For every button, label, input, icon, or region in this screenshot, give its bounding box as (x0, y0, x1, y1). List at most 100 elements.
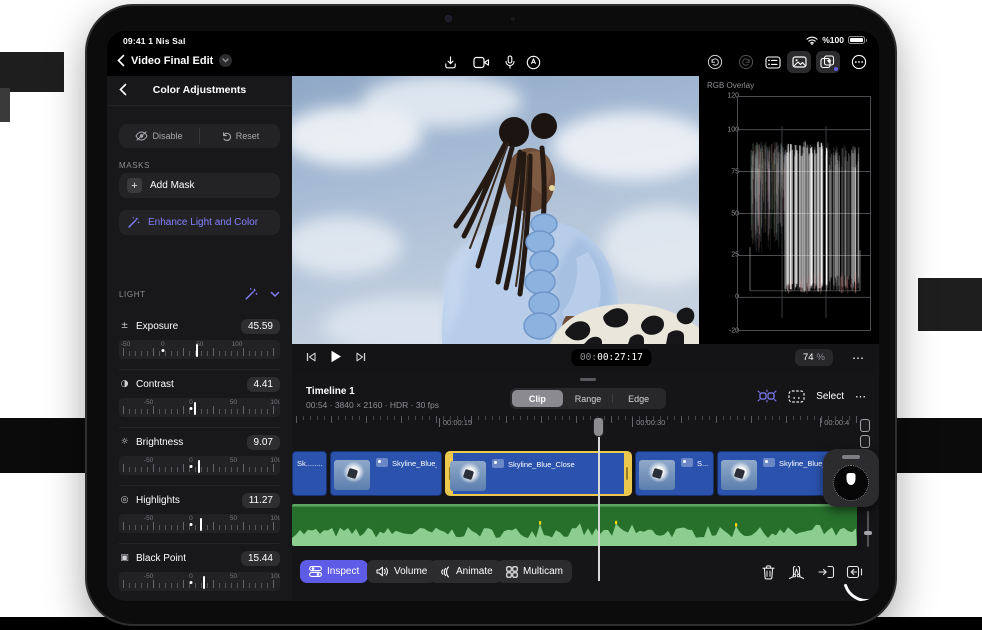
ruler-major-ticks (296, 416, 857, 423)
page-decor-block (0, 418, 92, 473)
contrast-value[interactable]: 4.41 (246, 376, 280, 392)
auto-enhance-wand-icon[interactable] (244, 287, 258, 301)
exposure-value[interactable]: 45.59 (240, 318, 280, 334)
tick-label: 100 (270, 573, 280, 580)
slider-cursor[interactable] (199, 518, 202, 531)
disable-label: Disable (152, 131, 183, 141)
reset-label: Reset (235, 131, 260, 141)
mode-clip[interactable]: Clip (512, 390, 563, 407)
multicam-button[interactable]: Multicam (497, 560, 573, 583)
scrollbar-pill-bottom[interactable] (860, 435, 870, 448)
playhead-line (598, 419, 600, 581)
scope-title: RGB Overlay (707, 81, 755, 90)
collapse-chevron-icon[interactable] (270, 291, 280, 298)
viewer-more-icon[interactable]: ⋯ (852, 351, 865, 365)
timeline-meta: 00:54 · 3840 × 2160 · HDR · 30 fps (306, 400, 440, 410)
brightness-slider[interactable]: -50 0 50 100 (119, 456, 280, 475)
clip-thumbnail (639, 460, 675, 490)
timeline-resize-handle[interactable] (580, 378, 596, 381)
slider-origin-dot (189, 465, 193, 468)
connect-clips-icon[interactable] (757, 389, 777, 403)
more-options-icon[interactable] (847, 51, 871, 73)
slider-cursor[interactable] (193, 402, 196, 415)
jog-grip-handle[interactable] (842, 455, 860, 459)
battery-percent: %100 (822, 35, 844, 45)
pencil-tools-icon[interactable] (521, 51, 545, 73)
camera-record-icon[interactable] (469, 51, 493, 73)
slider-card-highlights: ◎ Highlights 11.27 -50 0 50 100 (107, 486, 292, 544)
viewer-zoom-button[interactable]: 74% (794, 349, 833, 366)
photo-icon (376, 458, 388, 467)
undo-icon[interactable] (703, 51, 727, 73)
timeline-ruler[interactable]: 00:00:15 00:00:30 00:00:4 (292, 416, 857, 449)
media-browser-icon[interactable] (787, 51, 811, 73)
disable-button[interactable]: Disable (119, 124, 199, 148)
redo-icon (734, 51, 758, 73)
mode-range[interactable]: Range (563, 390, 614, 407)
highlights-slider[interactable]: -50 0 50 100 (119, 514, 280, 533)
add-mask-button[interactable]: + Add Mask (119, 173, 280, 198)
ruler-timecode-label: 00:00:15 (438, 418, 472, 427)
timeline-more-icon[interactable]: ⋯ (855, 390, 867, 403)
previous-frame-icon[interactable] (306, 352, 316, 362)
slider-cursor[interactable] (197, 460, 200, 473)
slider-cursor[interactable] (195, 344, 198, 357)
status-time-date: 09:41 1 Nis Sal (123, 36, 186, 46)
video-preview-viewer[interactable] (292, 76, 699, 344)
contrast-slider[interactable]: -50 0 50 100 (119, 398, 280, 417)
enhance-label: Enhance Light and Color (148, 217, 259, 228)
timecode-hours: 00: (579, 352, 598, 363)
clip-appearance-icon[interactable] (788, 389, 805, 403)
brightness-value[interactable]: 9.07 (246, 434, 280, 450)
animate-icon (439, 565, 451, 578)
light-sliders-list: ± Exposure 45.59 -50 0 50 100 ◑ Contrast 4.… (107, 312, 292, 601)
exposure-icon: ± (120, 321, 129, 331)
animate-button[interactable]: Animate (430, 560, 502, 583)
multicam-icon (506, 565, 518, 578)
contrast-label: Contrast (136, 378, 174, 390)
black-point-value[interactable]: 15.44 (240, 550, 280, 566)
slider-cursor[interactable] (203, 576, 206, 589)
tick-label: 100 (270, 399, 280, 406)
select-tool-button[interactable]: Select (816, 391, 844, 402)
microphone-icon[interactable] (498, 51, 522, 73)
project-menu-chevron[interactable] (219, 54, 233, 67)
project-title[interactable]: Video Final Edit (131, 55, 213, 67)
import-media-icon[interactable] (438, 51, 462, 73)
volume-button[interactable]: Volume (367, 560, 437, 583)
trash-icon[interactable] (757, 562, 779, 582)
black-point-icon: ▣ (120, 553, 129, 563)
inspect-button[interactable]: Inspect (300, 560, 369, 583)
effects-library-icon[interactable] (816, 51, 840, 73)
vertical-zoom-slider[interactable] (864, 511, 872, 547)
timeline-clip-skyline-blue-close[interactable]: Skyline_Blue_Close (445, 451, 632, 496)
mode-edge[interactable]: Edge (613, 390, 664, 407)
tick-label: 50 (229, 573, 238, 580)
panel-title: Color Adjustments (152, 84, 247, 96)
back-chevron-icon[interactable] (117, 54, 125, 67)
preview-frame-image (292, 76, 699, 344)
playhead-handle[interactable] (593, 417, 605, 437)
timeline-clip-skyline-blue-wide[interactable]: Skyline_Blue_Wide (330, 451, 442, 496)
insert-clip-icon[interactable] (815, 562, 837, 582)
reset-button[interactable]: Reset (200, 124, 280, 148)
enhance-light-color-button[interactable]: Enhance Light and Color (119, 210, 280, 235)
browser-inspector-icon[interactable] (761, 51, 785, 73)
marketing-page-background: 09:41 1 Nis Sal %100 Video Final Edit Co… (0, 0, 982, 630)
jog-dial-widget[interactable] (823, 449, 879, 507)
blade-split-icon[interactable] (785, 562, 807, 582)
app-screen: 09:41 1 Nis Sal %100 Video Final Edit Co… (107, 31, 879, 601)
audio-waveform-track[interactable] (292, 504, 857, 546)
highlights-value[interactable]: 11.27 (241, 492, 280, 508)
black-point-slider[interactable]: -50 0 50 100 (119, 572, 280, 591)
play-button-icon[interactable] (330, 350, 342, 363)
timeline-clip-s[interactable]: S........ (635, 451, 714, 496)
slider-major-ticks (123, 348, 276, 356)
scrollbar-pill-top[interactable] (860, 419, 870, 432)
vertical-zoom-knob[interactable] (864, 531, 872, 535)
scope-axis-tick: 75 (731, 168, 739, 176)
timeline-clip-sk[interactable]: Sk........ (292, 451, 327, 496)
exposure-slider[interactable]: -50 0 50 100 (119, 340, 280, 359)
clip-thumbnail (721, 460, 757, 490)
next-frame-icon[interactable] (356, 352, 366, 362)
